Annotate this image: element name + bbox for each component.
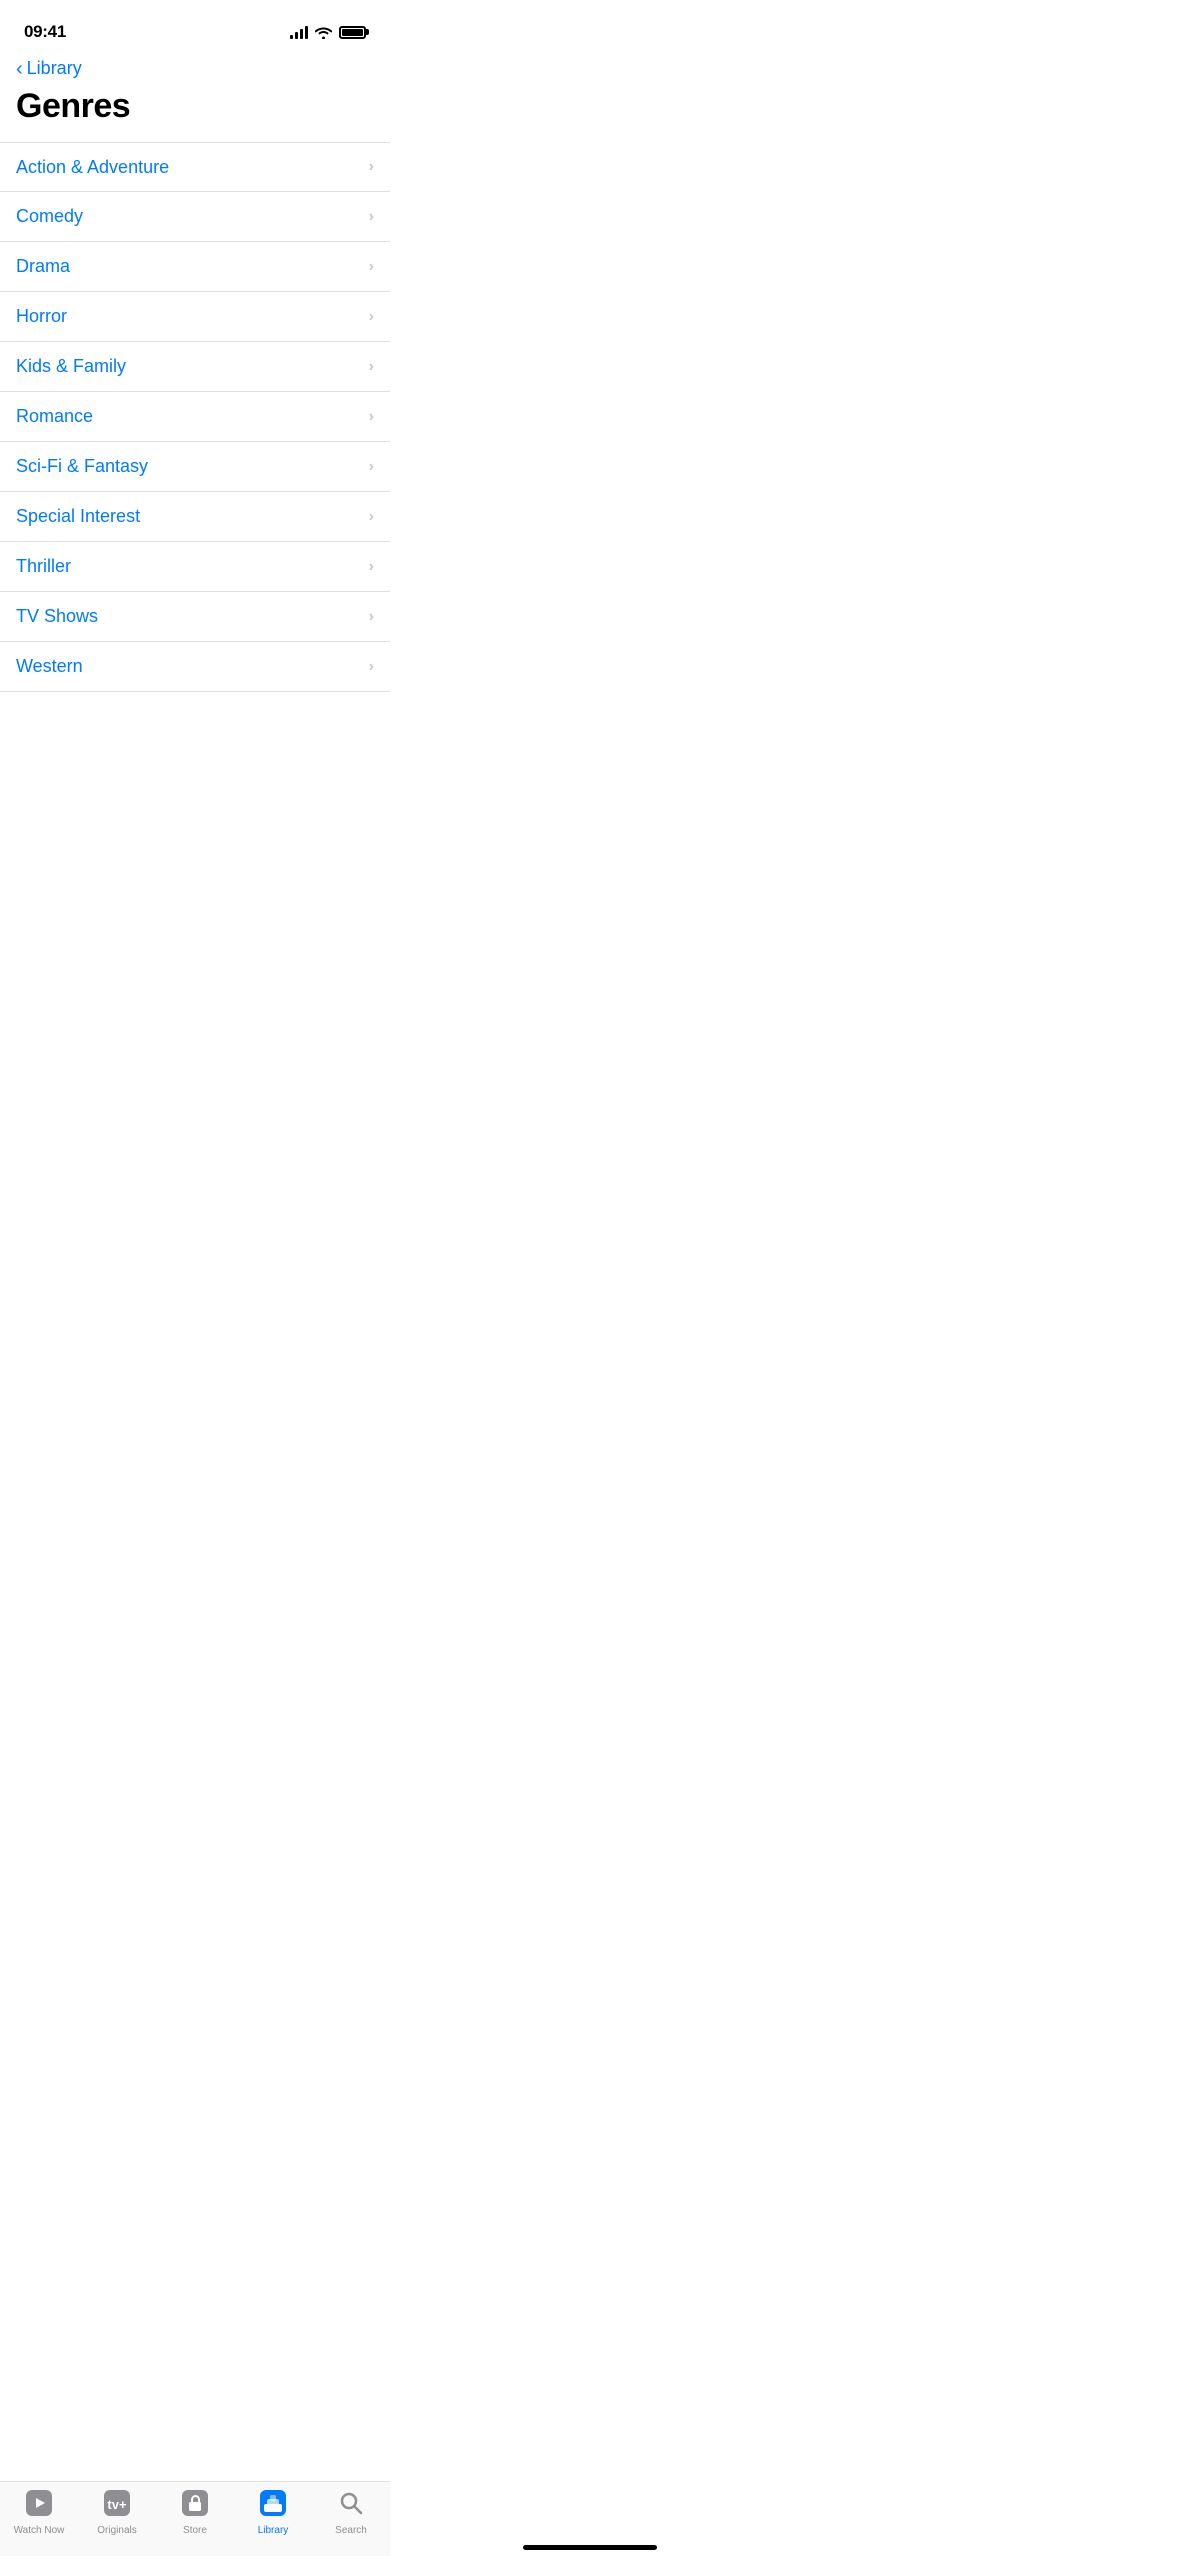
genre-item-comedy[interactable]: Comedy › xyxy=(0,192,390,242)
chevron-right-icon: › xyxy=(369,208,374,226)
genre-item-drama[interactable]: Drama › xyxy=(0,242,390,292)
signal-icon xyxy=(290,26,308,39)
status-bar: 09:41 xyxy=(0,0,390,50)
chevron-right-icon: › xyxy=(369,308,374,326)
back-button[interactable]: ‹ Library xyxy=(0,50,390,83)
search-icon xyxy=(338,2490,364,2521)
home-indicator xyxy=(523,2545,657,2550)
genre-item-tv-shows[interactable]: TV Shows › xyxy=(0,592,390,642)
genre-list: Action & Adventure›Comedy›Drama›Horror›K… xyxy=(0,142,390,692)
tab-label-store: Store xyxy=(183,2525,207,2536)
genre-label-comedy: Comedy xyxy=(16,206,83,227)
genre-item-horror[interactable]: Horror › xyxy=(0,292,390,342)
genre-item-western[interactable]: Western › xyxy=(0,642,390,692)
status-time: 09:41 xyxy=(24,22,66,42)
tab-label-library: Library xyxy=(258,2525,289,2536)
page-title: Genres xyxy=(0,83,390,142)
genre-item-action-adventure[interactable]: Action & Adventure › xyxy=(0,142,390,192)
tab-library[interactable]: Library xyxy=(243,2490,303,2536)
tab-bar: Watch Now tv+ Originals Store Library Search xyxy=(0,2481,390,2556)
genre-item-kids-family[interactable]: Kids & Family › xyxy=(0,342,390,392)
genre-item-thriller[interactable]: Thriller › xyxy=(0,542,390,592)
originals-icon: tv+ xyxy=(104,2490,130,2521)
chevron-right-icon: › xyxy=(369,158,374,176)
chevron-right-icon: › xyxy=(369,408,374,426)
genre-label-drama: Drama xyxy=(16,256,70,277)
back-chevron-icon: ‹ xyxy=(16,59,23,79)
svg-text:tv+: tv+ xyxy=(107,2497,127,2512)
status-icons xyxy=(290,26,366,39)
tab-store[interactable]: Store xyxy=(165,2490,225,2536)
genre-label-special-interest: Special Interest xyxy=(16,506,140,527)
wifi-icon xyxy=(315,26,332,39)
chevron-right-icon: › xyxy=(369,508,374,526)
genre-label-sci-fi-fantasy: Sci-Fi & Fantasy xyxy=(16,456,148,477)
genre-label-romance: Romance xyxy=(16,406,93,427)
tab-label-search: Search xyxy=(335,2525,367,2536)
genre-item-sci-fi-fantasy[interactable]: Sci-Fi & Fantasy › xyxy=(0,442,390,492)
watch-now-icon xyxy=(26,2490,52,2521)
chevron-right-icon: › xyxy=(369,558,374,576)
tab-originals[interactable]: tv+ Originals xyxy=(87,2490,147,2536)
tab-search[interactable]: Search xyxy=(321,2490,381,2536)
genre-item-special-interest[interactable]: Special Interest › xyxy=(0,492,390,542)
genre-label-kids-family: Kids & Family xyxy=(16,356,126,377)
chevron-right-icon: › xyxy=(369,358,374,376)
chevron-right-icon: › xyxy=(369,658,374,676)
genre-label-tv-shows: TV Shows xyxy=(16,606,98,627)
genre-label-action-adventure: Action & Adventure xyxy=(16,157,169,178)
tab-watch-now[interactable]: Watch Now xyxy=(9,2490,69,2536)
genre-label-thriller: Thriller xyxy=(16,556,71,577)
genre-label-horror: Horror xyxy=(16,306,67,327)
back-label: Library xyxy=(27,58,82,79)
chevron-right-icon: › xyxy=(369,608,374,626)
tab-label-originals: Originals xyxy=(97,2525,136,2536)
chevron-right-icon: › xyxy=(369,258,374,276)
store-icon xyxy=(182,2490,208,2521)
genre-item-romance[interactable]: Romance › xyxy=(0,392,390,442)
tab-label-watch-now: Watch Now xyxy=(14,2525,65,2536)
chevron-right-icon: › xyxy=(369,458,374,476)
library-icon xyxy=(260,2490,286,2521)
genre-label-western: Western xyxy=(16,656,83,677)
battery-icon xyxy=(339,26,366,39)
